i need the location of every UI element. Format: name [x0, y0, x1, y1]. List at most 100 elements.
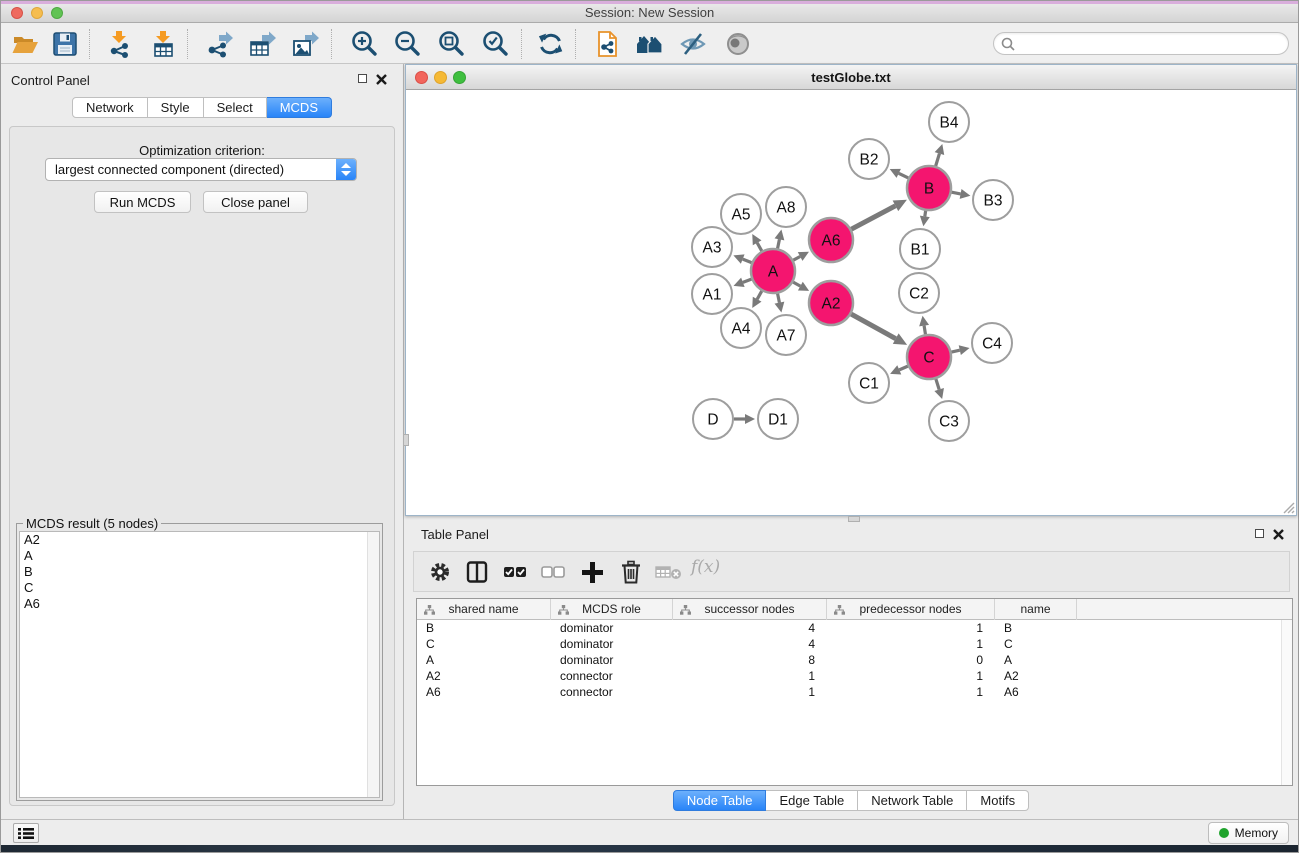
cell-mcds-role[interactable]: dominator — [551, 636, 673, 652]
tab-edge-table[interactable]: Edge Table — [766, 790, 858, 811]
network-from-selection-icon[interactable] — [593, 30, 623, 58]
cell-shared-name[interactable]: A2 — [417, 668, 551, 684]
graph-node-A2[interactable]: A2 — [809, 281, 853, 325]
cell-successor-nodes[interactable]: 1 — [673, 684, 827, 700]
tab-node-table[interactable]: Node Table — [673, 790, 767, 811]
tab-network[interactable]: Network — [72, 97, 148, 118]
cell-shared-name[interactable]: C — [417, 636, 551, 652]
select-all-columns-icon[interactable] — [503, 560, 529, 584]
cell-successor-nodes[interactable]: 4 — [673, 636, 827, 652]
tab-motifs[interactable]: Motifs — [967, 790, 1029, 811]
graph-node-A6[interactable]: A6 — [809, 218, 853, 262]
result-item-a6[interactable]: A6 — [20, 596, 379, 612]
cell-name[interactable]: A6 — [995, 684, 1077, 700]
edge-A-A3[interactable] — [743, 259, 752, 262]
table-row[interactable]: A6connector11A6 — [417, 684, 1292, 700]
zoom-selected-icon[interactable] — [481, 30, 511, 58]
delete-columns-icon[interactable] — [619, 560, 643, 584]
column-header-mcds-role[interactable]: MCDS role — [551, 599, 673, 620]
zoom-out-icon[interactable] — [393, 30, 423, 58]
graph-node-C[interactable]: C — [907, 335, 951, 379]
network-canvas[interactable]: AA1A2A3A4A5A6A7A8BB1B2B3B4CC1C2C3C4DD1 — [406, 90, 1296, 515]
graph-node-A1[interactable]: A1 — [692, 274, 732, 314]
tab-mcds[interactable]: MCDS — [267, 97, 332, 118]
tab-select[interactable]: Select — [204, 97, 267, 118]
table-row[interactable]: A2connector11A2 — [417, 668, 1292, 684]
edge-B-B4[interactable] — [936, 154, 940, 166]
search-box[interactable] — [993, 32, 1289, 55]
graph-node-C1[interactable]: C1 — [849, 363, 889, 403]
edge-A-A8[interactable] — [778, 239, 780, 248]
graph-node-C4[interactable]: C4 — [972, 323, 1012, 363]
table-row[interactable]: Bdominator41B — [417, 620, 1292, 636]
result-list-scrollbar[interactable] — [367, 532, 379, 797]
graph-node-A8[interactable]: A8 — [766, 187, 806, 227]
export-table-icon[interactable] — [248, 30, 278, 58]
edge-C-C1[interactable] — [899, 366, 908, 370]
edge-B-B3[interactable] — [952, 192, 961, 194]
edge-A2-C[interactable] — [851, 314, 896, 339]
column-header-predecessor-nodes[interactable]: predecessor nodes — [827, 599, 995, 620]
tab-network-table[interactable]: Network Table — [858, 790, 967, 811]
edge-A6-B[interactable] — [851, 206, 895, 229]
save-session-icon[interactable] — [51, 30, 81, 58]
column-header-name[interactable]: name — [995, 599, 1077, 620]
show-eye-icon[interactable] — [724, 30, 754, 58]
graph-node-C3[interactable]: C3 — [929, 401, 969, 441]
result-item-a[interactable]: A — [20, 548, 379, 564]
cell-successor-nodes[interactable]: 4 — [673, 620, 827, 636]
tab-style[interactable]: Style — [148, 97, 204, 118]
edge-A-A1[interactable] — [743, 279, 752, 282]
column-header-shared-name[interactable]: shared name — [417, 599, 551, 620]
graph-node-D1[interactable]: D1 — [758, 399, 798, 439]
close-panel-button[interactable]: Close panel — [203, 191, 308, 213]
window-titlebar[interactable]: Session: New Session — [1, 1, 1298, 23]
cell-successor-nodes[interactable]: 8 — [673, 652, 827, 668]
cell-mcds-role[interactable]: dominator — [551, 620, 673, 636]
mcds-result-list[interactable]: A2ABCA6 — [19, 531, 380, 798]
column-header-successor-nodes[interactable]: successor nodes — [673, 599, 827, 620]
cell-predecessor-nodes[interactable]: 1 — [827, 684, 995, 700]
add-column-icon[interactable] — [580, 560, 604, 584]
cell-mcds-role[interactable]: connector — [551, 684, 673, 700]
cell-name[interactable]: C — [995, 636, 1077, 652]
cell-predecessor-nodes[interactable]: 1 — [827, 668, 995, 684]
refresh-icon[interactable] — [537, 30, 567, 58]
table-row[interactable]: Adominator80A — [417, 652, 1292, 668]
vertical-splitter-grip[interactable] — [403, 434, 409, 446]
zoom-in-icon[interactable] — [350, 30, 380, 58]
cell-successor-nodes[interactable]: 1 — [673, 668, 827, 684]
edge-A-A6[interactable] — [793, 256, 800, 260]
result-item-b[interactable]: B — [20, 564, 379, 580]
graph-node-A3[interactable]: A3 — [692, 227, 732, 267]
graph-node-B2[interactable]: B2 — [849, 139, 889, 179]
import-network-icon[interactable] — [105, 30, 135, 58]
cell-shared-name[interactable]: A6 — [417, 684, 551, 700]
edge-A-A2[interactable] — [793, 282, 800, 286]
close-panel-icon[interactable] — [376, 74, 387, 85]
graph-node-B[interactable]: B — [907, 166, 951, 210]
home-icon[interactable] — [635, 30, 665, 58]
cell-predecessor-nodes[interactable]: 1 — [827, 620, 995, 636]
table-scrollbar[interactable] — [1281, 620, 1292, 785]
graph-node-B1[interactable]: B1 — [900, 229, 940, 269]
cell-shared-name[interactable]: A — [417, 652, 551, 668]
cell-shared-name[interactable]: B — [417, 620, 551, 636]
graph-node-A5[interactable]: A5 — [721, 194, 761, 234]
result-item-a2[interactable]: A2 — [20, 532, 379, 548]
edge-A-A7[interactable] — [778, 294, 780, 303]
edge-B-B2[interactable] — [899, 173, 909, 178]
graph-node-B3[interactable]: B3 — [973, 180, 1013, 220]
cell-mcds-role[interactable]: dominator — [551, 652, 673, 668]
task-history-button[interactable] — [13, 823, 39, 843]
unselect-all-columns-icon[interactable] — [541, 560, 567, 584]
run-mcds-button[interactable]: Run MCDS — [94, 191, 191, 213]
search-input[interactable] — [1019, 36, 1269, 51]
split-panel-icon[interactable] — [465, 560, 489, 584]
graph-node-D[interactable]: D — [693, 399, 733, 439]
cell-mcds-role[interactable]: connector — [551, 668, 673, 684]
resize-grip-icon[interactable] — [1282, 501, 1295, 514]
graph-node-B4[interactable]: B4 — [929, 102, 969, 142]
cell-predecessor-nodes[interactable]: 0 — [827, 652, 995, 668]
result-item-c[interactable]: C — [20, 580, 379, 596]
